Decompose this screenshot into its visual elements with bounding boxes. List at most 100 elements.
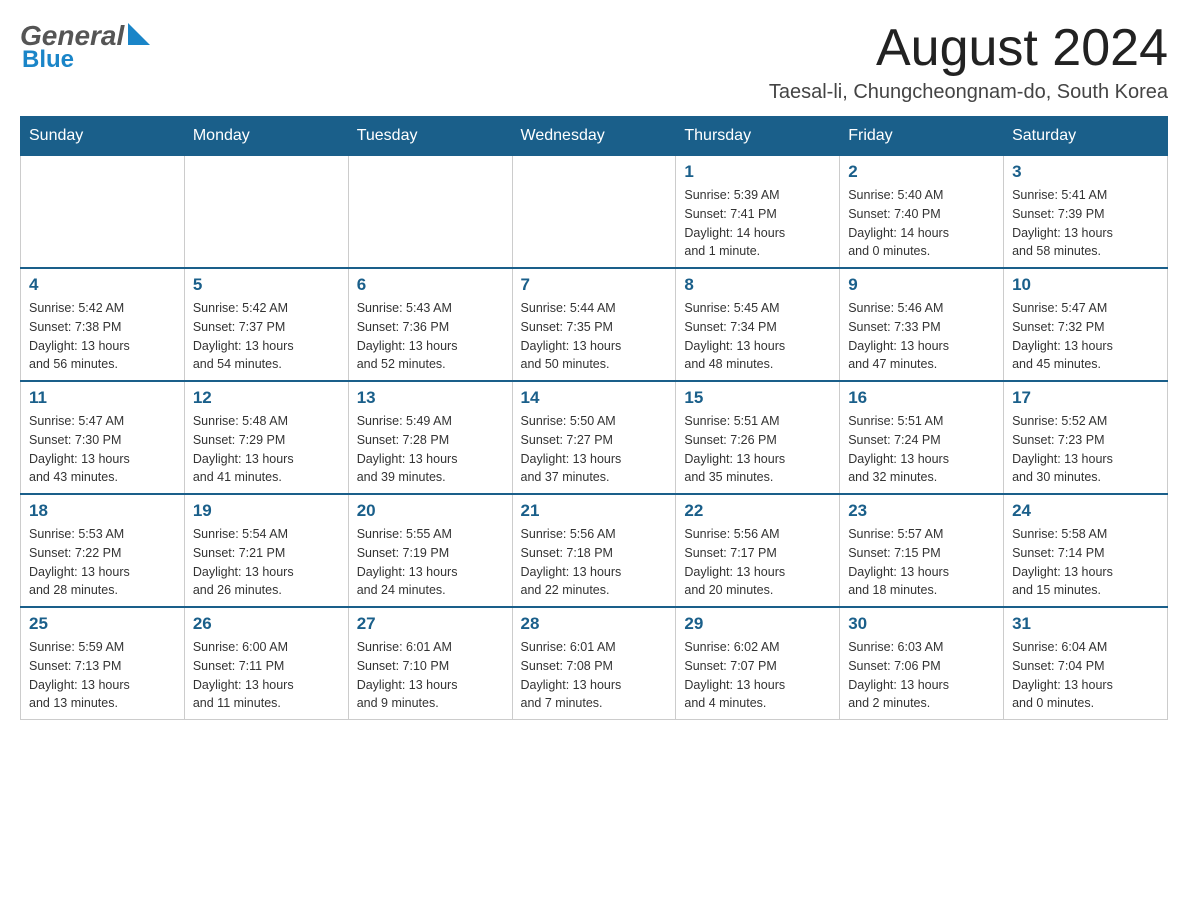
- calendar-cell-w5-d1: 25 Sunrise: 5:59 AM Sunset: 7:13 PM Dayli…: [21, 607, 185, 720]
- day-number: 28: [521, 614, 668, 634]
- calendar-cell-w1-d1: [21, 156, 185, 269]
- day-number: 8: [684, 275, 831, 295]
- calendar-cell-w5-d5: 29 Sunrise: 6:02 AM Sunset: 7:07 PM Dayli…: [676, 607, 840, 720]
- week-row-5: 25 Sunrise: 5:59 AM Sunset: 7:13 PM Dayli…: [21, 607, 1168, 720]
- day-info: Sunrise: 5:49 AM Sunset: 7:28 PM Dayligh…: [357, 412, 504, 487]
- day-number: 12: [193, 388, 340, 408]
- calendar-cell-w1-d6: 2Sunrise: 5:40 AM Sunset: 7:40 PM Daylig…: [840, 156, 1004, 269]
- day-number: 10: [1012, 275, 1159, 295]
- calendar-cell-w5-d3: 27Sunrise: 6:01 AM Sunset: 7:10 PM Dayli…: [348, 607, 512, 720]
- day-number: 6: [357, 275, 504, 295]
- month-title: August 2024: [769, 20, 1168, 77]
- calendar-cell-w2-d4: 7 Sunrise: 5:44 AM Sunset: 7:35 PM Daylig…: [512, 268, 676, 381]
- day-number: 13: [357, 388, 504, 408]
- day-info: Sunrise: 5:58 AM Sunset: 7:14 PM Dayligh…: [1012, 525, 1159, 600]
- day-info: Sunrise: 6:02 AM Sunset: 7:07 PM Dayligh…: [684, 638, 831, 713]
- calendar-table: Sunday Monday Tuesday Wednesday Thursday…: [20, 116, 1168, 720]
- logo: General Blue: [20, 20, 150, 74]
- week-row-2: 4 Sunrise: 5:42 AM Sunset: 7:38 PM Daylig…: [21, 268, 1168, 381]
- logo-blue-text: Blue: [22, 46, 150, 74]
- calendar-cell-w3-d1: 11 Sunrise: 5:47 AM Sunset: 7:30 PM Dayli…: [21, 381, 185, 494]
- day-info: Sunrise: 5:47 AM Sunset: 7:30 PM Dayligh…: [29, 412, 176, 487]
- day-info: Sunrise: 5:46 AM Sunset: 7:33 PM Dayligh…: [848, 299, 995, 374]
- title-area: August 2024 Taesal-li, Chungcheongnam-do…: [769, 20, 1168, 104]
- calendar-cell-w1-d3: [348, 156, 512, 269]
- calendar-cell-w4-d4: 21Sunrise: 5:56 AM Sunset: 7:18 PM Dayli…: [512, 494, 676, 607]
- day-info: Sunrise: 5:45 AM Sunset: 7:34 PM Dayligh…: [684, 299, 831, 374]
- col-tuesday: Tuesday: [348, 117, 512, 156]
- day-number: 18: [29, 501, 176, 521]
- day-info: Sunrise: 6:00 AM Sunset: 7:11 PM Dayligh…: [193, 638, 340, 713]
- calendar-cell-w1-d4: [512, 156, 676, 269]
- day-info: Sunrise: 5:59 AM Sunset: 7:13 PM Dayligh…: [29, 638, 176, 713]
- col-saturday: Saturday: [1004, 117, 1168, 156]
- calendar-cell-w3-d5: 15 Sunrise: 5:51 AM Sunset: 7:26 PM Dayli…: [676, 381, 840, 494]
- day-number: 22: [684, 501, 831, 521]
- calendar-cell-w2-d6: 9Sunrise: 5:46 AM Sunset: 7:33 PM Daylig…: [840, 268, 1004, 381]
- calendar-cell-w5-d7: 31Sunrise: 6:04 AM Sunset: 7:04 PM Dayli…: [1004, 607, 1168, 720]
- calendar-cell-w4-d6: 23Sunrise: 5:57 AM Sunset: 7:15 PM Dayli…: [840, 494, 1004, 607]
- day-info: Sunrise: 5:52 AM Sunset: 7:23 PM Dayligh…: [1012, 412, 1159, 487]
- col-thursday: Thursday: [676, 117, 840, 156]
- day-info: Sunrise: 5:42 AM Sunset: 7:37 PM Dayligh…: [193, 299, 340, 374]
- calendar-cell-w2-d3: 6 Sunrise: 5:43 AM Sunset: 7:36 PM Daylig…: [348, 268, 512, 381]
- day-info: Sunrise: 5:54 AM Sunset: 7:21 PM Dayligh…: [193, 525, 340, 600]
- day-number: 7: [521, 275, 668, 295]
- day-number: 25: [29, 614, 176, 634]
- col-friday: Friday: [840, 117, 1004, 156]
- calendar-cell-w3-d4: 14Sunrise: 5:50 AM Sunset: 7:27 PM Dayli…: [512, 381, 676, 494]
- day-number: 17: [1012, 388, 1159, 408]
- day-number: 24: [1012, 501, 1159, 521]
- calendar-cell-w5-d2: 26 Sunrise: 6:00 AM Sunset: 7:11 PM Dayli…: [184, 607, 348, 720]
- day-info: Sunrise: 5:42 AM Sunset: 7:38 PM Dayligh…: [29, 299, 176, 374]
- col-monday: Monday: [184, 117, 348, 156]
- day-info: Sunrise: 5:40 AM Sunset: 7:40 PM Dayligh…: [848, 186, 995, 261]
- col-sunday: Sunday: [21, 117, 185, 156]
- calendar-cell-w3-d6: 16Sunrise: 5:51 AM Sunset: 7:24 PM Dayli…: [840, 381, 1004, 494]
- day-info: Sunrise: 6:01 AM Sunset: 7:10 PM Dayligh…: [357, 638, 504, 713]
- calendar-cell-w4-d1: 18 Sunrise: 5:53 AM Sunset: 7:22 PM Dayli…: [21, 494, 185, 607]
- calendar-cell-w1-d7: 3Sunrise: 5:41 AM Sunset: 7:39 PM Daylig…: [1004, 156, 1168, 269]
- calendar-cell-w4-d5: 22Sunrise: 5:56 AM Sunset: 7:17 PM Dayli…: [676, 494, 840, 607]
- day-info: Sunrise: 5:39 AM Sunset: 7:41 PM Dayligh…: [684, 186, 831, 261]
- calendar-cell-w2-d1: 4 Sunrise: 5:42 AM Sunset: 7:38 PM Daylig…: [21, 268, 185, 381]
- logo-triangle-icon: [128, 23, 150, 45]
- day-info: Sunrise: 5:48 AM Sunset: 7:29 PM Dayligh…: [193, 412, 340, 487]
- week-row-1: 1Sunrise: 5:39 AM Sunset: 7:41 PM Daylig…: [21, 156, 1168, 269]
- day-info: Sunrise: 5:51 AM Sunset: 7:24 PM Dayligh…: [848, 412, 995, 487]
- day-number: 11: [29, 388, 176, 408]
- day-number: 19: [193, 501, 340, 521]
- calendar-cell-w3-d3: 13 Sunrise: 5:49 AM Sunset: 7:28 PM Dayli…: [348, 381, 512, 494]
- day-info: Sunrise: 6:03 AM Sunset: 7:06 PM Dayligh…: [848, 638, 995, 713]
- calendar-cell-w2-d5: 8 Sunrise: 5:45 AM Sunset: 7:34 PM Daylig…: [676, 268, 840, 381]
- day-number: 26: [193, 614, 340, 634]
- day-info: Sunrise: 5:44 AM Sunset: 7:35 PM Dayligh…: [521, 299, 668, 374]
- col-wednesday: Wednesday: [512, 117, 676, 156]
- day-number: 4: [29, 275, 176, 295]
- calendar-cell-w3-d7: 17 Sunrise: 5:52 AM Sunset: 7:23 PM Dayli…: [1004, 381, 1168, 494]
- day-number: 29: [684, 614, 831, 634]
- day-info: Sunrise: 5:41 AM Sunset: 7:39 PM Dayligh…: [1012, 186, 1159, 261]
- location-title: Taesal-li, Chungcheongnam-do, South Kore…: [769, 81, 1168, 104]
- day-info: Sunrise: 5:56 AM Sunset: 7:18 PM Dayligh…: [521, 525, 668, 600]
- day-number: 5: [193, 275, 340, 295]
- day-info: Sunrise: 5:51 AM Sunset: 7:26 PM Dayligh…: [684, 412, 831, 487]
- calendar-cell-w1-d5: 1Sunrise: 5:39 AM Sunset: 7:41 PM Daylig…: [676, 156, 840, 269]
- calendar-cell-w5-d4: 28 Sunrise: 6:01 AM Sunset: 7:08 PM Dayli…: [512, 607, 676, 720]
- day-number: 15: [684, 388, 831, 408]
- week-row-3: 11 Sunrise: 5:47 AM Sunset: 7:30 PM Dayli…: [21, 381, 1168, 494]
- calendar-cell-w2-d7: 10Sunrise: 5:47 AM Sunset: 7:32 PM Dayli…: [1004, 268, 1168, 381]
- day-number: 14: [521, 388, 668, 408]
- calendar-cell-w4-d3: 20Sunrise: 5:55 AM Sunset: 7:19 PM Dayli…: [348, 494, 512, 607]
- calendar-cell-w4-d2: 19 Sunrise: 5:54 AM Sunset: 7:21 PM Dayli…: [184, 494, 348, 607]
- calendar-header-row: Sunday Monday Tuesday Wednesday Thursday…: [21, 117, 1168, 156]
- day-info: Sunrise: 6:04 AM Sunset: 7:04 PM Dayligh…: [1012, 638, 1159, 713]
- day-info: Sunrise: 5:53 AM Sunset: 7:22 PM Dayligh…: [29, 525, 176, 600]
- day-info: Sunrise: 6:01 AM Sunset: 7:08 PM Dayligh…: [521, 638, 668, 713]
- calendar-cell-w4-d7: 24 Sunrise: 5:58 AM Sunset: 7:14 PM Dayli…: [1004, 494, 1168, 607]
- day-info: Sunrise: 5:43 AM Sunset: 7:36 PM Dayligh…: [357, 299, 504, 374]
- calendar-cell-w5-d6: 30Sunrise: 6:03 AM Sunset: 7:06 PM Dayli…: [840, 607, 1004, 720]
- header: General Blue August 2024 Taesal-li, Chun…: [20, 20, 1168, 104]
- calendar-cell-w3-d2: 12 Sunrise: 5:48 AM Sunset: 7:29 PM Dayli…: [184, 381, 348, 494]
- day-info: Sunrise: 5:57 AM Sunset: 7:15 PM Dayligh…: [848, 525, 995, 600]
